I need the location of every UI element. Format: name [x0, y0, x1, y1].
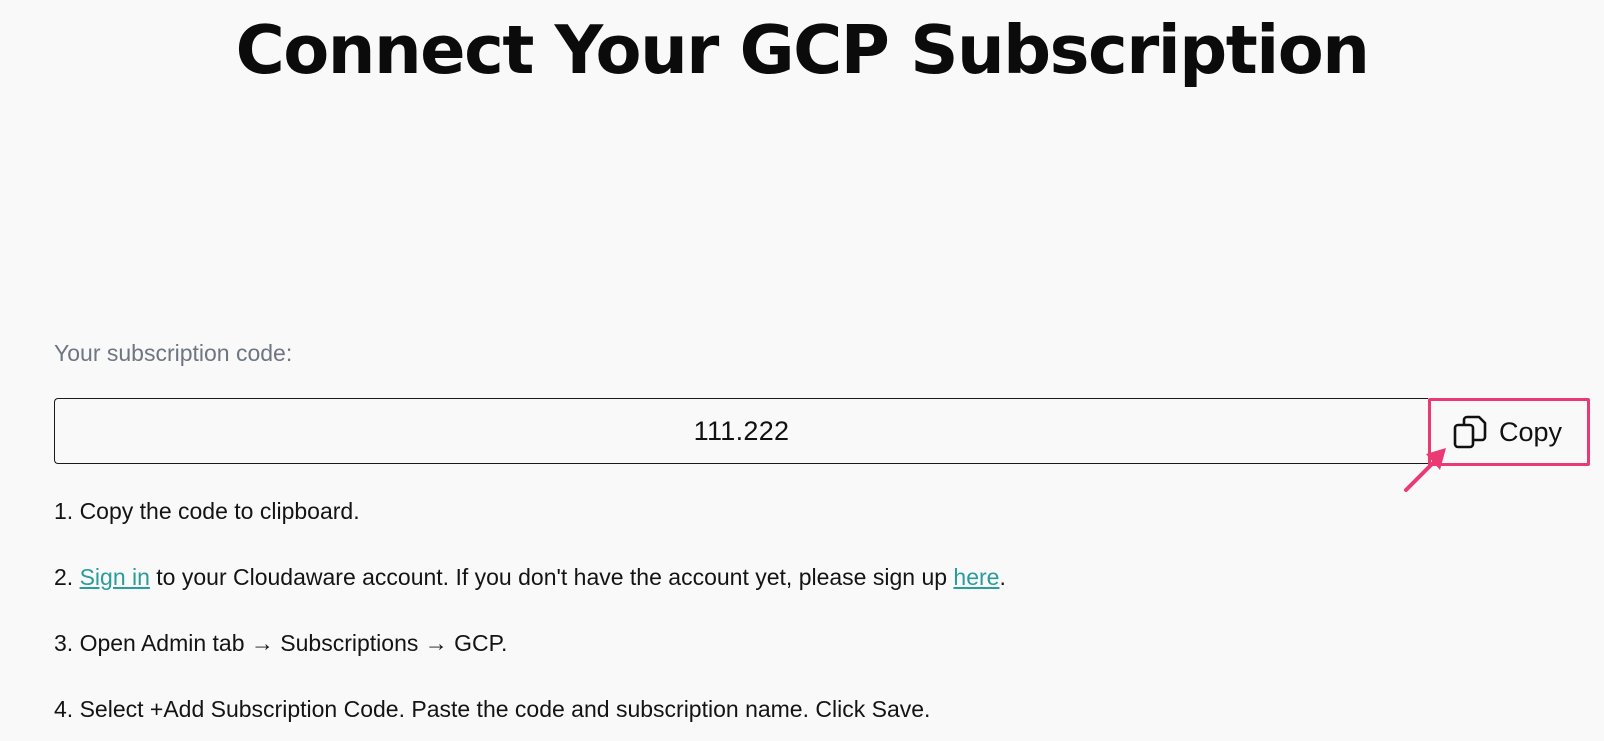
- step-4: 4. Select +Add Subscription Code. Paste …: [54, 696, 931, 722]
- copy-button[interactable]: Copy: [1428, 398, 1590, 466]
- step-3: 3. Open Admin tab → Subscriptions → GCP.: [54, 630, 508, 656]
- subscription-code-value: 111.222: [693, 415, 790, 446]
- page-title: Connect Your GCP Subscription: [235, 11, 1370, 89]
- step-2-middle: to your Cloudaware account. If you don't…: [149, 564, 954, 590]
- step-2-suffix: .: [999, 564, 1006, 590]
- step-2: 2. Sign in to your Cloudaware account. I…: [54, 564, 1006, 591]
- copy-button-label: Copy: [1499, 416, 1563, 447]
- subscription-code-label: Your subscription code:: [54, 340, 293, 366]
- sign-up-here-link[interactable]: here: [953, 564, 999, 590]
- sign-in-link[interactable]: Sign in: [80, 564, 150, 590]
- copy-icon: [1451, 413, 1489, 451]
- step-2-prefix: 2.: [54, 564, 80, 590]
- step-1: 1. Copy the code to clipboard.: [54, 498, 360, 524]
- subscription-code-field[interactable]: 111.222: [54, 398, 1428, 464]
